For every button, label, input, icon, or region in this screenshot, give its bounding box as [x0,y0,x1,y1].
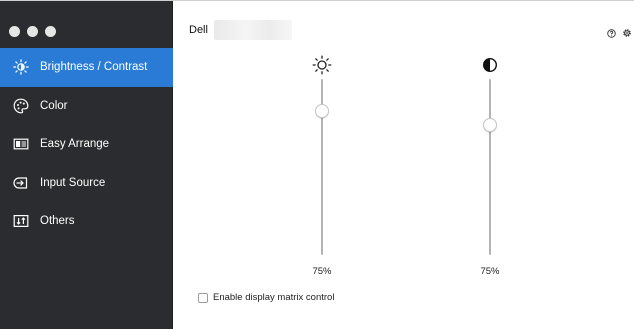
sidebar-item-label: Brightness / Contrast [40,61,148,74]
sidebar-item-others[interactable]: Others [0,202,173,241]
contrast-slider-group: 75% [470,53,510,277]
brightness-value: 75% [312,266,332,277]
monitor-model-redacted [213,20,292,40]
matrix-control-label: Enable display matrix control [213,292,335,303]
sidebar-item-label: Input Source [40,176,106,189]
contrast-slider-track[interactable] [489,79,491,255]
dell-display-manager-window: Brightness / Contrast Color Easy Arrange… [0,0,634,329]
help-icon[interactable] [607,25,616,43]
sidebar-item-color[interactable]: Color [0,87,173,126]
input-source-icon [12,174,29,191]
settings-icon[interactable] [622,25,632,43]
sidebar-item-label: Color [40,99,68,112]
header: Dell [189,20,292,40]
brightness-icon [12,59,29,76]
contrast-icon [470,53,510,77]
sidebar: Brightness / Contrast Color Easy Arrange… [0,1,173,329]
contrast-value: 75% [480,266,500,277]
sidebar-item-brightness-contrast[interactable]: Brightness / Contrast [0,48,173,87]
matrix-control-checkbox[interactable] [198,292,208,303]
sun-icon [302,53,342,77]
sidebar-item-easy-arrange[interactable]: Easy Arrange [0,125,173,164]
matrix-control-option[interactable]: Enable display matrix control [198,292,334,303]
close-button[interactable] [9,26,20,37]
sidebar-item-label: Easy Arrange [40,138,110,151]
window-controls [9,26,56,37]
header-icons [607,25,632,43]
easy-arrange-icon [12,136,29,153]
others-icon [12,213,29,230]
contrast-slider-thumb[interactable] [483,118,497,133]
palette-icon [12,97,29,114]
sidebar-item-label: Others [40,215,75,228]
sidebar-nav: Brightness / Contrast Color Easy Arrange… [0,48,173,241]
brand-label: Dell [189,24,208,36]
sidebar-item-input-source[interactable]: Input Source [0,164,173,203]
zoom-button[interactable] [45,26,56,37]
brightness-slider-group: 75% [302,53,342,277]
minimize-button[interactable] [27,26,38,37]
brightness-slider-thumb[interactable] [315,104,329,119]
main-panel: Dell 75% 75% Enable display matrix contr… [173,1,634,329]
